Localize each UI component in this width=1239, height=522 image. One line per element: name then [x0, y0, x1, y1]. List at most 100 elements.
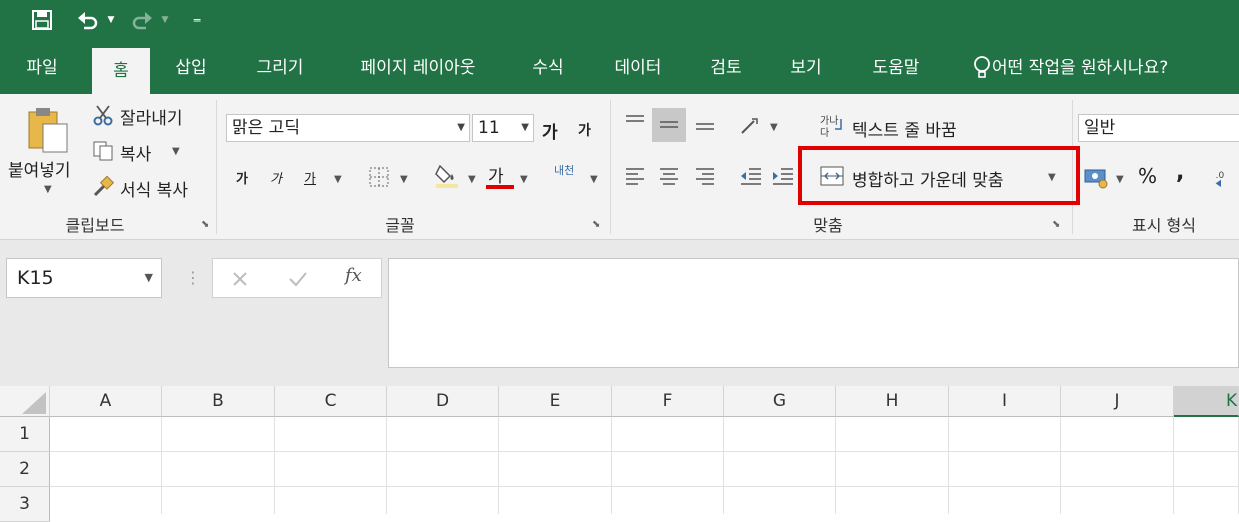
column-header[interactable]: H	[836, 386, 949, 417]
cell[interactable]	[836, 487, 949, 514]
bold-button[interactable]: 가	[236, 168, 248, 187]
cell[interactable]	[1061, 417, 1174, 452]
cell[interactable]	[387, 487, 499, 514]
cell[interactable]	[612, 487, 724, 514]
orientation-dropdown-icon[interactable]: ▼	[770, 122, 778, 133]
border-dropdown-icon[interactable]: ▼	[400, 174, 408, 185]
column-header[interactable]: A	[50, 386, 162, 417]
cell[interactable]	[50, 452, 162, 487]
save-icon[interactable]	[28, 6, 56, 34]
tab-data[interactable]: 데이터	[598, 42, 678, 94]
column-header[interactable]: C	[275, 386, 387, 417]
tab-view[interactable]: 보기	[776, 42, 836, 94]
paste-button[interactable]: 붙여넣기	[8, 156, 71, 181]
currency-dropdown-icon[interactable]: ▼	[1116, 174, 1124, 185]
insert-function-button[interactable]: fx	[345, 265, 362, 286]
tab-page-layout[interactable]: 페이지 레이아웃	[340, 42, 496, 94]
middle-align-icon[interactable]	[652, 108, 686, 142]
cell[interactable]	[1174, 417, 1239, 452]
scissors-icon[interactable]	[90, 102, 116, 128]
paste-dropdown-icon[interactable]: ▼	[44, 184, 52, 195]
cell[interactable]	[1061, 452, 1174, 487]
column-header[interactable]: F	[612, 386, 724, 417]
cell[interactable]	[162, 417, 275, 452]
currency-icon[interactable]	[1082, 164, 1112, 192]
cell[interactable]	[387, 417, 499, 452]
column-header[interactable]: G	[724, 386, 836, 417]
format-painter-icon[interactable]	[90, 174, 116, 200]
cell[interactable]	[949, 452, 1061, 487]
cell[interactable]	[387, 452, 499, 487]
number-format-select[interactable]: 일반	[1078, 114, 1239, 142]
redo-icon[interactable]	[128, 6, 156, 34]
font-size-select[interactable]: 11 ▼	[472, 114, 534, 142]
row-header[interactable]: 1	[0, 417, 50, 452]
cell[interactable]	[275, 452, 387, 487]
cancel-icon[interactable]	[227, 267, 253, 291]
cell[interactable]	[50, 417, 162, 452]
alignment-launcher-icon[interactable]: ⬊	[1052, 219, 1064, 231]
align-center-icon[interactable]	[654, 162, 684, 190]
column-header[interactable]: E	[499, 386, 612, 417]
font-color-button[interactable]: 가	[488, 162, 504, 187]
select-all-corner[interactable]	[0, 386, 50, 417]
customize-icon[interactable]: ═	[188, 6, 206, 34]
undo-dropdown-icon[interactable]: ▼	[104, 6, 118, 34]
cell[interactable]	[949, 417, 1061, 452]
tab-home[interactable]: 홈	[92, 48, 150, 94]
font-launcher-icon[interactable]: ⬊	[592, 219, 604, 231]
cell[interactable]	[499, 452, 612, 487]
bottom-align-icon[interactable]	[690, 108, 720, 136]
underline-dropdown-icon[interactable]: ▼	[334, 174, 342, 185]
cell[interactable]	[162, 452, 275, 487]
column-header[interactable]: B	[162, 386, 275, 417]
phonetic-dropdown-icon[interactable]: ▼	[590, 174, 598, 185]
cell[interactable]	[275, 417, 387, 452]
fill-color-dropdown-icon[interactable]: ▼	[468, 174, 476, 185]
top-align-icon[interactable]	[620, 108, 650, 136]
cell[interactable]	[499, 487, 612, 514]
undo-icon[interactable]	[74, 6, 102, 34]
copy-dropdown-icon[interactable]: ▼	[172, 146, 180, 157]
cell[interactable]	[499, 417, 612, 452]
percent-style-button[interactable]: %	[1138, 164, 1157, 188]
tab-formulas[interactable]: 수식	[518, 42, 578, 94]
row-header[interactable]: 2	[0, 452, 50, 487]
tab-insert[interactable]: 삽입	[162, 42, 220, 94]
column-header[interactable]: D	[387, 386, 499, 417]
increase-indent-icon[interactable]	[768, 162, 798, 190]
column-header[interactable]: J	[1061, 386, 1174, 417]
cell[interactable]	[836, 417, 949, 452]
cell[interactable]	[1061, 487, 1174, 514]
cell[interactable]	[836, 452, 949, 487]
cell[interactable]	[724, 417, 836, 452]
copy-icon[interactable]	[90, 138, 116, 164]
font-name-select[interactable]: 맑은 고딕 ▼	[226, 114, 470, 142]
tab-help[interactable]: 도움말	[856, 42, 936, 94]
redo-dropdown-icon[interactable]: ▼	[158, 6, 172, 34]
increase-decimal-icon[interactable]: .0	[1212, 164, 1239, 192]
tab-review[interactable]: 검토	[696, 42, 756, 94]
cell[interactable]	[162, 487, 275, 514]
column-header[interactable]: I	[949, 386, 1061, 417]
cell[interactable]	[50, 487, 162, 514]
orientation-icon[interactable]	[736, 112, 766, 140]
formula-input[interactable]	[388, 258, 1239, 368]
italic-button[interactable]: 가	[270, 168, 282, 187]
tab-draw[interactable]: 그리기	[240, 42, 320, 94]
cell[interactable]	[724, 452, 836, 487]
format-painter-button[interactable]: 서식 복사	[120, 176, 188, 201]
paste-icon[interactable]	[24, 106, 72, 154]
decrease-indent-icon[interactable]	[736, 162, 766, 190]
tell-me-search[interactable]: 어떤 작업을 원하시나요?	[992, 42, 1207, 94]
wrap-text-icon[interactable]: 가나 다	[818, 112, 846, 140]
increase-font-size-button[interactable]: 가	[542, 118, 558, 143]
cut-button[interactable]: 잘라내기	[120, 104, 183, 129]
border-icon[interactable]	[364, 162, 394, 192]
name-box[interactable]: K15 ▼	[6, 258, 162, 298]
cell[interactable]	[949, 487, 1061, 514]
copy-button[interactable]: 복사	[120, 140, 151, 165]
wrap-text-button[interactable]: 텍스트 줄 바꿈	[852, 116, 957, 141]
font-color-dropdown-icon[interactable]: ▼	[520, 174, 528, 185]
fill-color-icon[interactable]	[432, 160, 462, 190]
